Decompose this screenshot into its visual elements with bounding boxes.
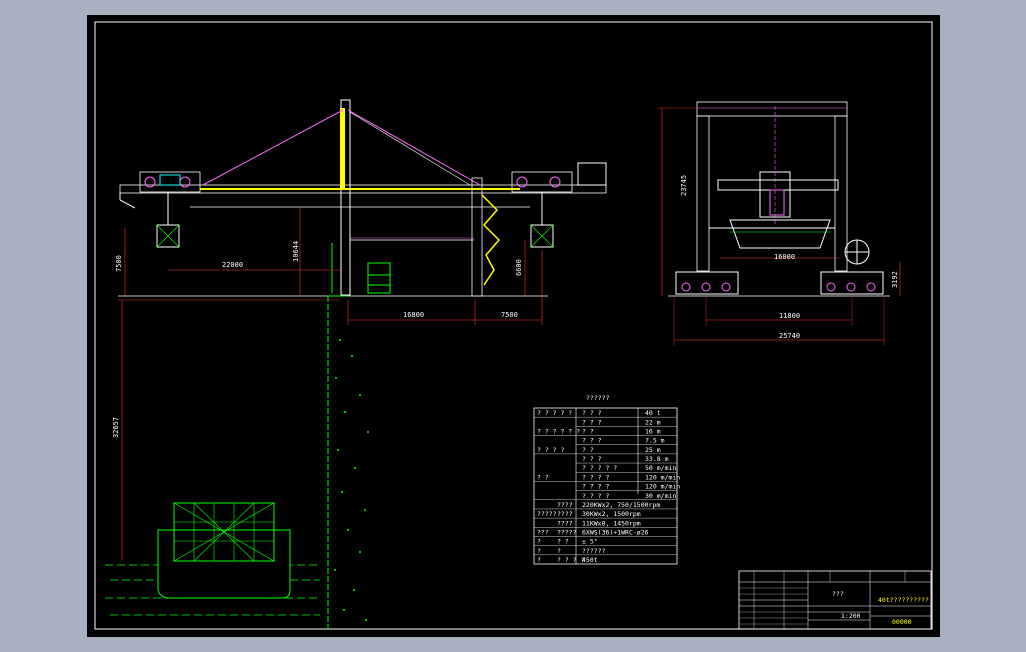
spec-cell-c2: ? ? ? ?	[557, 556, 584, 564]
spec-cell-c3: 7.5 m	[645, 437, 665, 445]
dim-total-height: 23745	[680, 175, 688, 196]
spec-table: ?????? ? ? ? ? ?? ? ? 40 t? ? ? 22 m? ? ? …	[533, 394, 680, 565]
dim-base-width: 11800	[779, 312, 800, 320]
spec-cell-c3: 120 m/min	[645, 483, 680, 491]
spec-cell-c2: ? ? ?	[582, 409, 602, 417]
dim-lift: 10644	[292, 241, 300, 262]
dim-backreach: 7500	[501, 311, 518, 319]
spec-cell-c2: ?????	[557, 528, 577, 536]
spec-cell-c2: ? ? ? ?	[582, 483, 609, 491]
dim-below-rail: 32657	[112, 417, 120, 438]
dim-portal: 6600	[515, 259, 523, 276]
spec-cell-c1: ? ? ? ? ? ?	[537, 428, 580, 436]
dim-bogie-height: 3192	[891, 271, 899, 288]
spec-cell-c2: ????	[557, 501, 573, 509]
spec-cell-c2: ? ? ?	[582, 437, 602, 445]
spec-cell-c2: ?	[557, 547, 561, 555]
spec-cell-c2: ? ? ?	[582, 418, 602, 426]
spec-cell-c2: ????	[557, 510, 573, 518]
spec-cell-c3: 11KWx8, 1450rpm	[582, 519, 641, 527]
spec-cell-c1: ? ? ? ?	[537, 446, 564, 454]
cad-drawing: 22000 10644 7500 6600 16800 7500 32657 2…	[94, 21, 933, 630]
wharf-section	[105, 295, 369, 630]
spec-cell-c2: ? ?	[582, 446, 594, 454]
spec-cell-c2: ? ? ? ?	[582, 492, 609, 500]
title-block: ??? 40t?????????? 1:200 00000	[738, 570, 932, 630]
spec-cell-c3: 220KWx2, 750/1500rpm	[582, 501, 660, 509]
spec-cell-c3: 450t	[582, 556, 598, 564]
title-block-scale: 1:200	[841, 612, 861, 620]
spec-cell-c3: 40 t	[645, 409, 661, 417]
spec-cell-c1: ?????	[537, 510, 557, 518]
spec-table-title: ??????	[586, 394, 610, 402]
spec-cell-c2: ? ? ? ? ?	[582, 464, 617, 472]
title-block-drawing-title: 40t??????????	[878, 596, 929, 604]
title-block-mark: 00000	[892, 618, 912, 626]
spec-cell-c2: ? ? ? ?	[582, 473, 609, 481]
spec-cell-c3: 30KWx2, 1500rpm	[582, 510, 641, 518]
spec-cell-c1: ?	[537, 547, 541, 555]
spec-cell-c3: 16 m	[645, 428, 661, 436]
spec-cell-c1: ?	[537, 538, 541, 546]
spec-cell-c3: 22 m	[645, 418, 661, 426]
spec-cell-c3: 50 m/min	[645, 464, 676, 472]
spec-cell-c2: ? ?	[582, 428, 594, 436]
spec-cell-c3: ± 5°	[582, 538, 598, 546]
spec-cell-c2: ????	[557, 519, 573, 527]
spec-cell-c3: 33.8 m	[645, 455, 669, 463]
dim-gauge: 16800	[403, 311, 424, 319]
spec-cell-c1: ???	[537, 528, 549, 536]
spec-cell-c3: 6XWS(36)+1WRC-ø26	[582, 528, 649, 536]
spec-cell-c1: ? ?	[537, 473, 549, 481]
spec-cell-c3: 25 m	[645, 446, 661, 454]
title-block-designation: ???	[832, 590, 844, 598]
crane-elevation: 22000 10644 7500 6600 16800 7500 32657	[112, 99, 607, 560]
spec-cell-c1: ? ? ? ? ?	[537, 409, 572, 417]
end-view: 23745 16000 11800 25740 3192	[658, 101, 901, 346]
spec-cell-c1: ?	[537, 556, 541, 564]
dim-inner-width: 16000	[774, 253, 795, 261]
spec-cell-c2: ? ?	[557, 538, 569, 546]
spec-cell-c2: ? ? ?	[582, 455, 602, 463]
spec-cell-c3: 120 m/min	[645, 473, 680, 481]
dim-left-height: 7500	[115, 255, 123, 272]
spec-cell-c3: 30 m/min	[645, 492, 676, 500]
dim-outreach: 22000	[222, 261, 243, 269]
spec-cell-c3: ??????	[582, 547, 606, 555]
dim-overall-width: 25740	[779, 332, 800, 340]
